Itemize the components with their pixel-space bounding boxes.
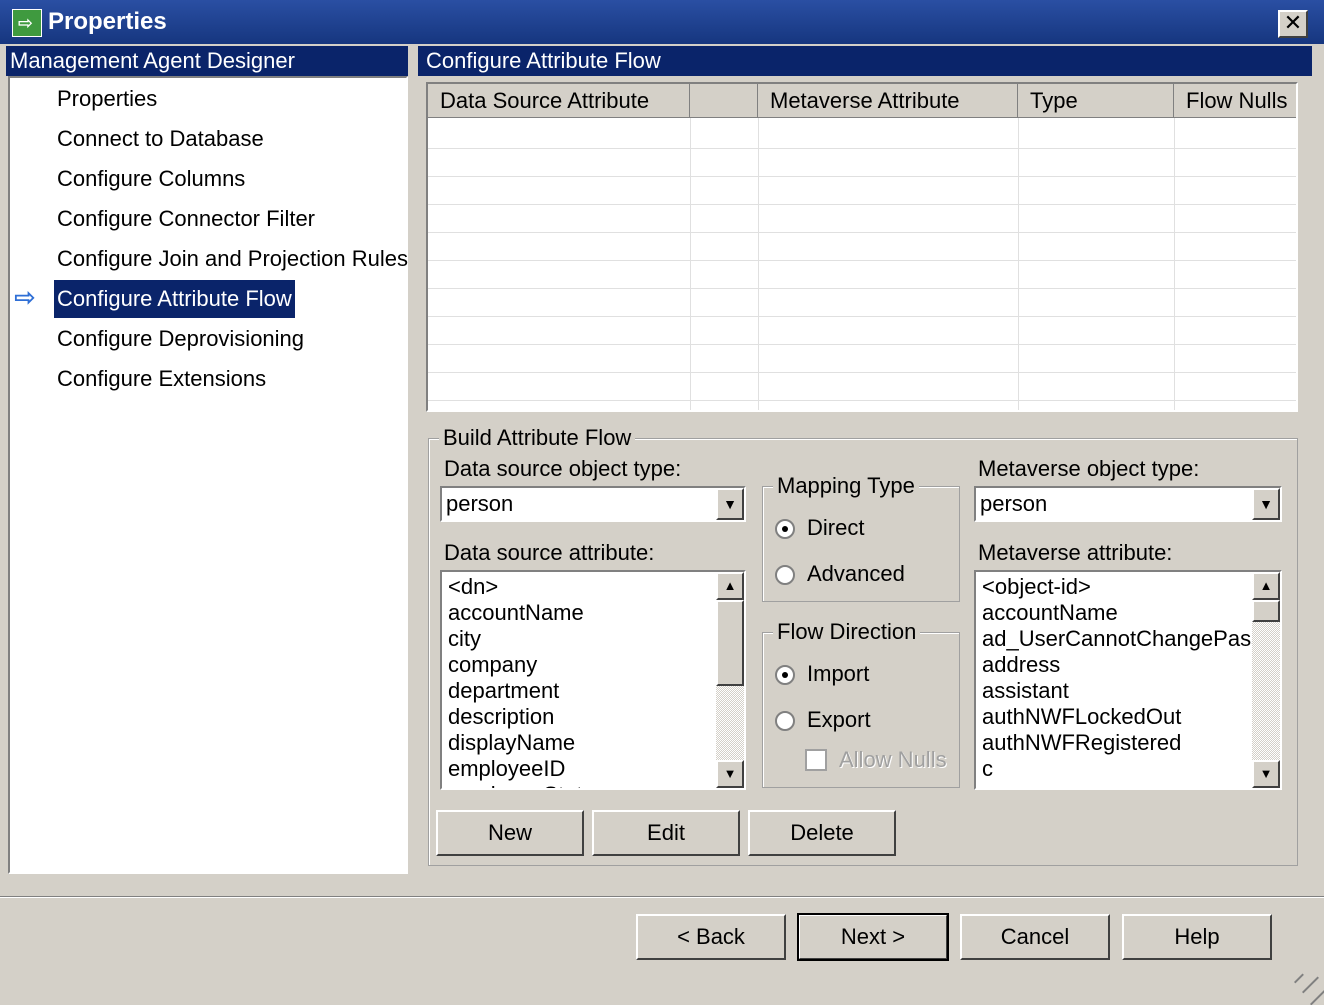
scroll-up-arrow-icon[interactable]: ▲	[716, 572, 744, 600]
data-source-attribute-label: Data source attribute:	[444, 540, 655, 565]
grid-line	[758, 118, 759, 410]
scroll-down-arrow-icon[interactable]: ▼	[1252, 760, 1280, 788]
window-title: Properties	[48, 8, 167, 35]
column-header-type[interactable]: Type	[1018, 84, 1174, 118]
grid-line	[428, 204, 1296, 205]
list-item[interactable]: authNWFLockedOut	[982, 704, 1181, 730]
list-item[interactable]: <dn>	[448, 574, 498, 600]
scroll-thumb[interactable]	[1252, 600, 1280, 622]
nav-item-configure-attribute-flow[interactable]: Configure Attribute Flow	[54, 280, 295, 318]
data-source-attribute-scrollbar[interactable]: ▲ ▼	[716, 572, 744, 788]
nav-item-properties[interactable]: Properties	[54, 80, 160, 118]
close-button[interactable]: ✕	[1278, 10, 1308, 38]
data-source-object-type-label: Data source object type:	[444, 456, 682, 481]
scroll-thumb[interactable]	[716, 600, 744, 686]
edit-button[interactable]: Edit	[592, 810, 740, 856]
list-item[interactable]: department	[448, 678, 559, 704]
direct-radio-label[interactable]: Direct	[807, 515, 864, 541]
mapping-type-group: Mapping Type Direct Advanced	[762, 473, 960, 602]
import-radio-label[interactable]: Import	[807, 661, 869, 687]
grid-line	[428, 232, 1296, 233]
grid-line	[428, 372, 1296, 373]
list-item[interactable]: description	[448, 704, 554, 730]
list-item[interactable]: accountName	[448, 600, 584, 626]
designer-nav-panel: Properties Connect to Database Configure…	[8, 76, 408, 874]
list-item[interactable]: address	[982, 652, 1060, 678]
allow-nulls-checkbox[interactable]	[805, 749, 827, 771]
scroll-down-arrow-icon[interactable]: ▼	[716, 760, 744, 788]
grid-line	[428, 344, 1296, 345]
grid-line	[1018, 118, 1019, 410]
data-source-attribute-list[interactable]: <dn> accountName city company department…	[440, 570, 746, 790]
list-item[interactable]: ad_UserCannotChangePassword	[982, 626, 1280, 652]
grid-line	[428, 400, 1296, 401]
data-source-object-type-select[interactable]: person ▼	[440, 486, 746, 522]
mapping-type-legend: Mapping Type	[773, 473, 919, 499]
delete-button[interactable]: Delete	[748, 810, 896, 856]
list-item[interactable]: cn	[982, 782, 1005, 788]
metaverse-object-type-select[interactable]: person ▼	[974, 486, 1282, 522]
export-radio[interactable]	[775, 711, 795, 731]
export-radio-label[interactable]: Export	[807, 707, 871, 733]
advanced-radio-label[interactable]: Advanced	[807, 561, 905, 587]
column-header-direction[interactable]	[690, 84, 758, 118]
chevron-down-icon[interactable]: ▼	[716, 488, 744, 520]
nav-item-configure-columns[interactable]: Configure Columns	[54, 160, 248, 198]
nav-item-connect-to-database[interactable]: Connect to Database	[54, 120, 267, 158]
properties-app-icon: ⇨	[12, 9, 42, 37]
list-item[interactable]: c	[982, 756, 993, 782]
footer-separator	[0, 896, 1324, 898]
metaverse-attribute-list[interactable]: <object-id> accountName ad_UserCannotCha…	[974, 570, 1282, 790]
metaverse-attribute-label: Metaverse attribute:	[978, 540, 1173, 565]
chevron-down-icon[interactable]: ▼	[1252, 488, 1280, 520]
cancel-button[interactable]: Cancel	[960, 914, 1110, 960]
column-header-data-source-attribute[interactable]: Data Source Attribute	[428, 84, 690, 118]
next-button[interactable]: Next >	[797, 913, 949, 961]
list-item[interactable]: company	[448, 652, 537, 678]
metaverse-object-type-value: person	[980, 491, 1048, 516]
metaverse-object-type-label: Metaverse object type:	[978, 456, 1200, 481]
title-bar: ⇨ Properties ✕	[0, 0, 1324, 44]
grid-line	[690, 118, 691, 410]
list-item[interactable]: assistant	[982, 678, 1069, 704]
help-button[interactable]: Help	[1122, 914, 1272, 960]
list-item[interactable]: authNWFRegistered	[982, 730, 1181, 756]
flow-direction-legend: Flow Direction	[773, 619, 921, 645]
grid-line	[428, 316, 1296, 317]
import-radio[interactable]	[775, 665, 795, 685]
column-header-metaverse-attribute[interactable]: Metaverse Attribute	[758, 84, 1018, 118]
grid-line	[428, 148, 1296, 149]
data-source-object-type-value: person	[446, 491, 514, 516]
list-item[interactable]: accountName	[982, 600, 1118, 626]
back-button[interactable]: < Back	[636, 914, 786, 960]
grid-line	[428, 176, 1296, 177]
grid-line	[428, 260, 1296, 261]
grid-line	[428, 288, 1296, 289]
nav-item-configure-deprovisioning[interactable]: Configure Deprovisioning	[54, 320, 307, 358]
column-header-flow-nulls[interactable]: Flow Nulls	[1174, 84, 1296, 118]
nav-item-configure-join-projection-rules[interactable]: Configure Join and Projection Rules	[54, 240, 411, 278]
scroll-up-arrow-icon[interactable]: ▲	[1252, 572, 1280, 600]
list-item[interactable]: <object-id>	[982, 574, 1091, 600]
flow-direction-group: Flow Direction Import Export Allow Nulls	[762, 619, 960, 788]
list-item[interactable]: displayName	[448, 730, 575, 756]
metaverse-attribute-scrollbar[interactable]: ▲ ▼	[1252, 572, 1280, 788]
advanced-radio[interactable]	[775, 565, 795, 585]
grid-line	[1174, 118, 1175, 410]
nav-item-configure-connector-filter[interactable]: Configure Connector Filter	[54, 200, 318, 238]
right-panel-header: Configure Attribute Flow	[418, 46, 1312, 76]
left-panel-header: Management Agent Designer	[6, 46, 408, 76]
direct-radio[interactable]	[775, 519, 795, 539]
allow-nulls-label: Allow Nulls	[839, 747, 947, 772]
list-item[interactable]: employeeID	[448, 756, 565, 782]
new-button[interactable]: New	[436, 810, 584, 856]
build-attribute-flow-legend: Build Attribute Flow	[439, 425, 636, 451]
list-item[interactable]: city	[448, 626, 481, 652]
attribute-flow-table[interactable]: Data Source Attribute Metaverse Attribut…	[426, 82, 1298, 412]
resize-grip-icon[interactable]	[1288, 940, 1324, 1005]
nav-item-configure-extensions[interactable]: Configure Extensions	[54, 360, 269, 398]
list-item[interactable]: employeeStatus	[448, 782, 606, 788]
current-step-arrow-icon: ⇨	[14, 282, 36, 312]
